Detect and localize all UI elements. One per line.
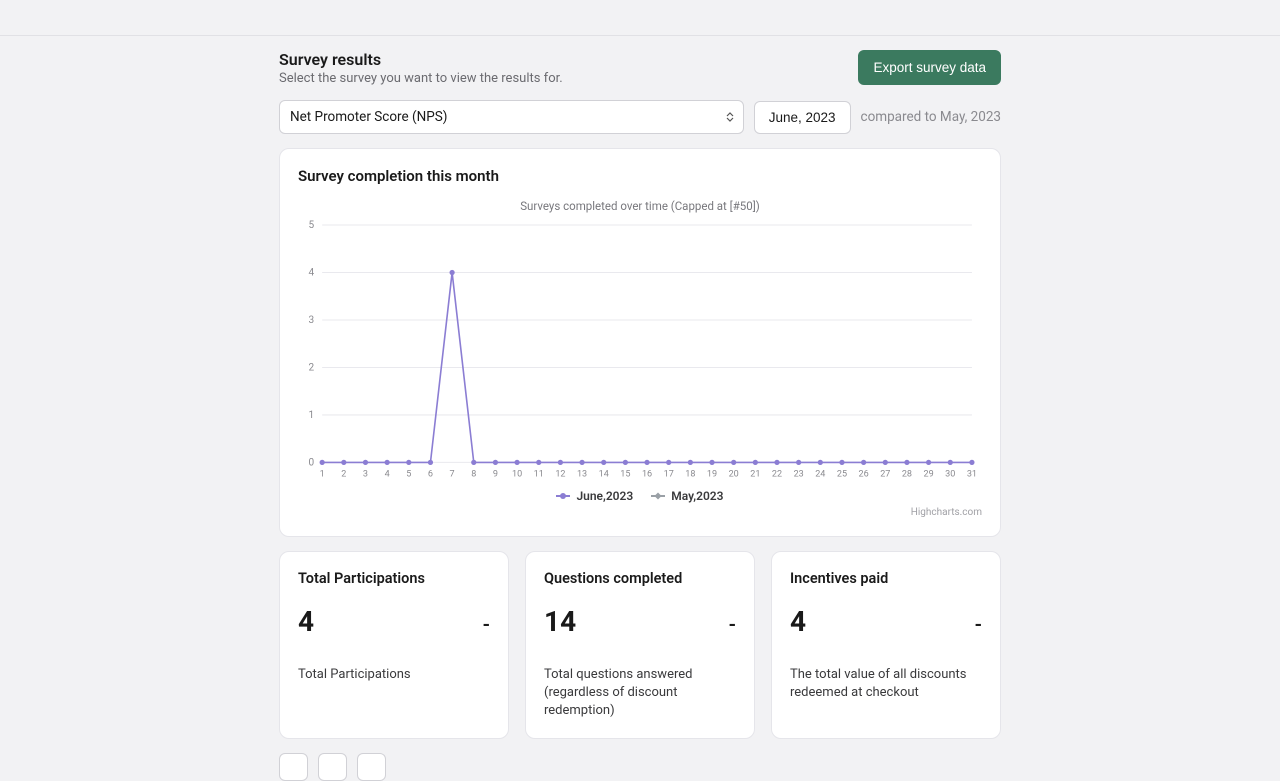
svg-text:20: 20 <box>729 469 739 479</box>
stat-primary-value: 4 <box>298 605 314 638</box>
survey-select-wrap: Net Promoter Score (NPS) <box>279 100 744 134</box>
stats-row: Total Participations 4 - Total Participa… <box>279 551 1001 740</box>
svg-text:8: 8 <box>471 469 476 479</box>
svg-text:0: 0 <box>308 457 314 468</box>
svg-text:18: 18 <box>685 469 695 479</box>
chart-panel-title: Survey completion this month <box>298 167 982 185</box>
svg-text:4: 4 <box>308 268 314 279</box>
chart-card: Survey completion this month Surveys com… <box>279 148 1001 537</box>
svg-text:5: 5 <box>406 469 411 479</box>
svg-text:12: 12 <box>555 469 565 479</box>
svg-text:31: 31 <box>967 469 977 479</box>
main-container: Survey results Select the survey you wan… <box>279 36 1001 781</box>
stat-primary-value: 14 <box>544 605 576 638</box>
svg-text:3: 3 <box>363 469 368 479</box>
legend-marker-may <box>651 495 665 497</box>
svg-text:10: 10 <box>512 469 522 479</box>
stat-primary-value: 4 <box>790 605 806 638</box>
header-left: Survey results Select the survey you wan… <box>279 50 563 86</box>
stat-values: 4 - <box>298 605 490 638</box>
controls-row: Net Promoter Score (NPS) June, 2023 comp… <box>279 100 1001 134</box>
svg-text:24: 24 <box>815 469 825 479</box>
legend-item-june[interactable]: June,2023 <box>556 489 633 503</box>
svg-text:23: 23 <box>794 469 804 479</box>
svg-text:13: 13 <box>577 469 587 479</box>
svg-text:27: 27 <box>880 469 890 479</box>
stat-description: Total Participations <box>298 666 490 684</box>
month-picker-button[interactable]: June, 2023 <box>754 101 851 134</box>
stat-card-questions: Questions completed 14 - Total questions… <box>525 551 755 740</box>
stat-title: Questions completed <box>544 570 736 587</box>
svg-text:2: 2 <box>308 362 314 373</box>
stat-compare-value: - <box>729 612 736 636</box>
stat-compare-value: - <box>975 612 982 636</box>
svg-text:4: 4 <box>385 469 390 479</box>
svg-text:9: 9 <box>493 469 498 479</box>
legend-item-may[interactable]: May,2023 <box>651 489 723 503</box>
legend-label-may: May,2023 <box>671 489 723 503</box>
top-bar <box>0 0 1280 36</box>
chart-subtitle: Surveys completed over time (Capped at [… <box>298 199 982 213</box>
survey-select[interactable]: Net Promoter Score (NPS) <box>279 100 744 134</box>
chart-credits: Highcharts.com <box>298 507 982 518</box>
svg-text:1: 1 <box>320 469 325 479</box>
svg-text:11: 11 <box>534 469 544 479</box>
svg-text:14: 14 <box>599 469 609 479</box>
legend-marker-june <box>556 495 570 497</box>
export-button[interactable]: Export survey data <box>858 50 1001 85</box>
page-title: Survey results <box>279 50 563 69</box>
svg-text:6: 6 <box>428 469 433 479</box>
stat-card-participations: Total Participations 4 - Total Participa… <box>279 551 509 740</box>
svg-text:19: 19 <box>707 469 717 479</box>
chart-svg: 0123451234567891011121314151617181920212… <box>298 219 982 481</box>
filter-button[interactable] <box>357 753 386 781</box>
svg-text:21: 21 <box>750 469 760 479</box>
chart-legend: June,2023 May,2023 <box>298 489 982 503</box>
stat-values: 14 - <box>544 605 736 638</box>
page-subtitle: Select the survey you want to view the r… <box>279 71 563 86</box>
svg-text:30: 30 <box>945 469 955 479</box>
filter-button[interactable] <box>318 753 347 781</box>
filter-row <box>279 753 1001 781</box>
stat-title: Total Participations <box>298 570 490 587</box>
svg-text:3: 3 <box>308 315 314 326</box>
header-row: Survey results Select the survey you wan… <box>279 50 1001 86</box>
svg-text:28: 28 <box>902 469 912 479</box>
svg-text:15: 15 <box>620 469 630 479</box>
svg-text:29: 29 <box>924 469 934 479</box>
svg-text:5: 5 <box>308 220 314 231</box>
filter-button[interactable] <box>279 753 308 781</box>
stat-card-incentives: Incentives paid 4 - The total value of a… <box>771 551 1001 740</box>
stat-title: Incentives paid <box>790 570 982 587</box>
svg-text:7: 7 <box>450 469 455 479</box>
svg-text:26: 26 <box>859 469 869 479</box>
stat-description: Total questions answered (regardless of … <box>544 666 736 721</box>
svg-text:16: 16 <box>642 469 652 479</box>
stat-compare-value: - <box>483 612 490 636</box>
stat-values: 4 - <box>790 605 982 638</box>
legend-label-june: June,2023 <box>576 489 633 503</box>
stat-description: The total value of all discounts redeeme… <box>790 666 982 702</box>
svg-text:25: 25 <box>837 469 847 479</box>
compared-to-text: compared to May, 2023 <box>861 109 1002 125</box>
svg-text:1: 1 <box>308 410 314 421</box>
svg-text:22: 22 <box>772 469 782 479</box>
svg-text:2: 2 <box>341 469 346 479</box>
svg-text:17: 17 <box>664 469 674 479</box>
